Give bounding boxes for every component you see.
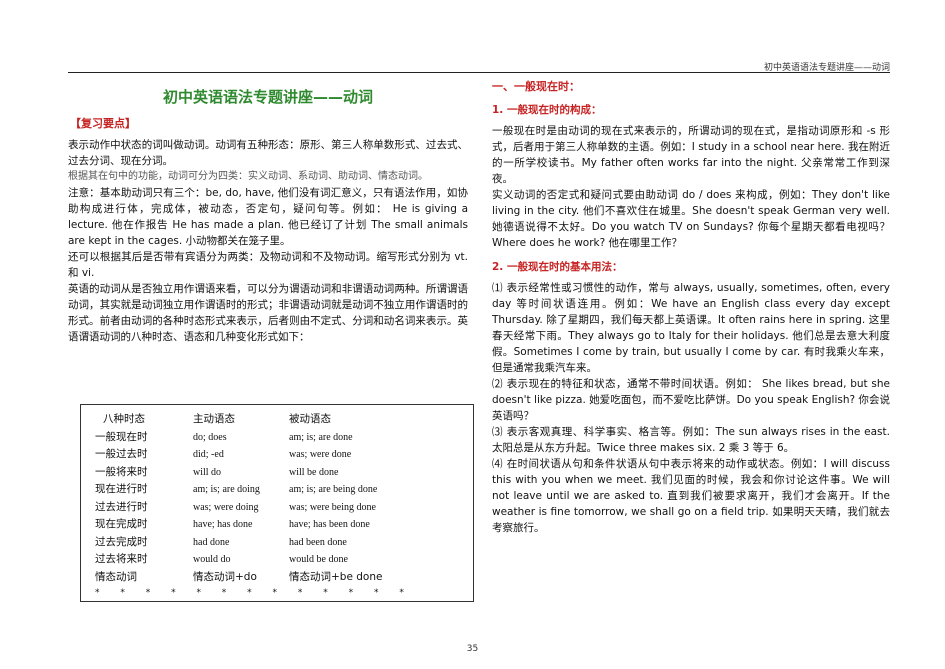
table-cell: 过去将来时 xyxy=(95,553,148,565)
table-row: 过去完成时 had done had been done xyxy=(95,534,409,552)
table-cell: 一般过去时 xyxy=(95,448,148,460)
review-points-label: 【复习要点】 xyxy=(70,117,136,130)
table-header: 主动语态 xyxy=(193,413,235,425)
tense-table-box: 八种时态 主动语态 被动语态 一般现在时 do; does am; is; are do… xyxy=(80,404,474,602)
table-row: 现在完成时 have; has done have; has been done xyxy=(95,516,409,534)
paragraph-verb-forms: 表示动作中状态的词叫做动词。动词有五种形态：原形、第三人称单数形式、过去式、过去… xyxy=(68,139,468,167)
table-header: 被动语态 xyxy=(289,413,331,425)
table-cell: am; is; are done xyxy=(289,431,353,443)
table-cell: 情态动词+do xyxy=(193,570,257,583)
paragraph-auxiliary-note: 注意：基本助动词只有三个：be, do, have, 他们没有词汇意义，只有语法… xyxy=(68,187,468,247)
table-cell: was; were being done xyxy=(289,501,376,513)
table-cell: 现在完成时 xyxy=(95,518,148,530)
table-cell: 一般将来时 xyxy=(95,465,148,478)
subsection-heading: 1. 一般现在时的构成： xyxy=(492,104,602,116)
table-row: 情态动词 情态动词+do 情态动词+be done xyxy=(95,569,409,587)
table-cell: 情态动词 xyxy=(95,570,137,583)
table-header: 八种时态 xyxy=(103,413,145,425)
paragraph-negative-question: 实义动词的否定式和疑问式要由助动词 do / does 来构成，例如：They … xyxy=(492,189,890,249)
table-cell: had done xyxy=(193,536,230,548)
table-row: 一般现在时 do; does am; is; are done xyxy=(95,429,409,447)
table-cell: did; -ed xyxy=(193,449,224,460)
table-row: 一般将来时 will do will be done xyxy=(95,464,409,482)
left-column: 初中英语语法专题讲座——动词 【复习要点】 表示动作中状态的词叫做动词。动词有五… xyxy=(68,86,468,345)
table-row: 现在进行时 am; is; are doing am; is; are being … xyxy=(95,481,409,499)
paragraph-usage-1: ⑴ 表示经常性或习惯性的动作，常与 always, usually, somet… xyxy=(492,282,890,374)
header-rule xyxy=(68,72,890,73)
table-row: 过去进行时 was; were doing was; were being done xyxy=(95,499,409,517)
paragraph-verb-categories: 根据其在句中的功能，动词可分为四类：实义动词、系动词、助动词、情态动词。 xyxy=(68,171,428,182)
table-row: 过去将来时 would do would be done xyxy=(95,551,409,569)
paragraph-construction: 一般现在时是由动词的现在式来表示的，所谓动词的现在式，是指动词原形和 -s 形式… xyxy=(492,125,890,185)
paragraph-predicate-verbs: 英语的动词从是否独立用作谓语来看，可以分为谓语动词和非谓语动词两种。所谓谓语动词… xyxy=(68,283,468,343)
tense-table: 八种时态 主动语态 被动语态 一般现在时 do; does am; is; are do… xyxy=(95,411,409,598)
table-cell: have; has done xyxy=(193,519,253,530)
table-cell: 情态动词+be done xyxy=(289,570,383,583)
paragraph-usage-3: ⑶ 表示客观真理、科学事实、格言等。例如：The sun always rise… xyxy=(492,426,890,454)
table-cell: was; were done xyxy=(289,449,352,460)
table-cell: 一般现在时 xyxy=(95,430,148,443)
page-title: 初中英语语法专题讲座——动词 xyxy=(162,88,373,106)
table-cell: will be done xyxy=(289,466,339,478)
table-cell: 现在进行时 xyxy=(95,483,148,495)
star-divider: * * * * * * * * * * * * * xyxy=(95,588,404,598)
table-cell: am; is; are doing xyxy=(193,484,260,495)
table-cell: am; is; are being done xyxy=(289,484,378,495)
table-cell: do; does xyxy=(193,431,227,443)
page-number: 35 xyxy=(466,644,479,654)
paragraph-usage-4: ⑷ 在时间状语从句和条件状语从句中表示将来的动作或状态。例如：I will di… xyxy=(492,458,890,534)
table-row: 一般过去时 did; -ed was; were done xyxy=(95,446,409,464)
subsection-heading: 2. 一般现在时的基本用法： xyxy=(492,261,623,273)
table-header-row: 八种时态 主动语态 被动语态 xyxy=(95,411,409,429)
table-cell: 过去完成时 xyxy=(95,535,148,548)
paragraph-usage-2: ⑵ 表示现在的特征和状态，通常不带时间状语。例如： She likes brea… xyxy=(492,378,890,422)
table-cell: would be done xyxy=(289,554,348,565)
table-cell: would do xyxy=(193,554,231,565)
section-heading: 一、一般现在时： xyxy=(492,80,580,93)
table-cell: 过去进行时 xyxy=(95,500,148,513)
table-cell: was; were doing xyxy=(193,501,259,513)
table-cell: have; has been done xyxy=(289,519,370,530)
table-cell: will do xyxy=(193,466,222,478)
right-column: 一、一般现在时： 1. 一般现在时的构成： 一般现在时是由动词的现在式来表示的，… xyxy=(492,78,890,536)
table-cell: had been done xyxy=(289,536,347,548)
paragraph-transitivity: 还可以根据其后是否带有宾语分为两类：及物动词和不及物动词。缩写形式分别为 vt.… xyxy=(68,251,468,279)
